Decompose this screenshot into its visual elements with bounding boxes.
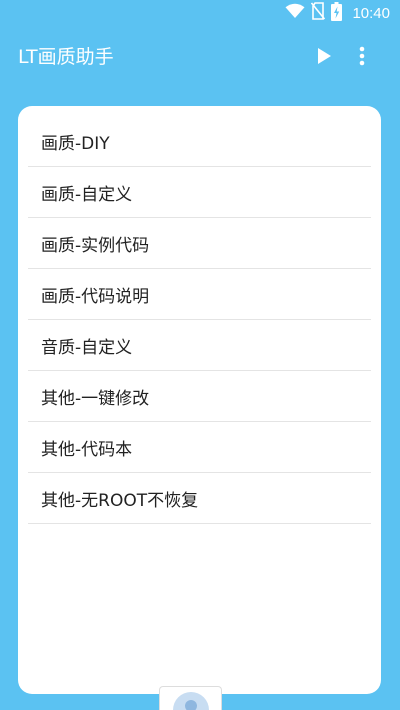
status-icons: 10:40	[285, 1, 390, 25]
app-bar: LT画质助手	[0, 26, 400, 88]
menu-item-other-codebook[interactable]: 其他-代码本	[28, 422, 371, 473]
no-sim-icon	[311, 2, 326, 24]
more-vert-icon	[359, 46, 365, 70]
status-bar: 10:40	[0, 0, 400, 26]
wifi-icon	[285, 3, 305, 23]
menu-item-quality-diy[interactable]: 画质-DIY	[28, 116, 371, 167]
menu-item-audio-custom[interactable]: 音质-自定义	[28, 320, 371, 371]
battery-charging-icon	[331, 1, 343, 25]
menu-item-other-one-click-modify[interactable]: 其他-一键修改	[28, 371, 371, 422]
avatar-icon	[173, 692, 209, 710]
menu-item-quality-example-code[interactable]: 画质-实例代码	[28, 218, 371, 269]
menu-list: 画质-DIY 画质-自定义 画质-实例代码 画质-代码说明 音质-自定义 其他-…	[28, 116, 371, 524]
floating-tab[interactable]	[159, 686, 222, 710]
avatar-dot	[185, 700, 197, 710]
app-title: LT画质助手	[18, 46, 114, 68]
play-button[interactable]	[309, 43, 339, 73]
menu-card: 画质-DIY 画质-自定义 画质-实例代码 画质-代码说明 音质-自定义 其他-…	[18, 106, 381, 694]
more-options-button[interactable]	[348, 43, 376, 73]
status-time: 10:40	[352, 4, 390, 22]
play-icon	[316, 47, 332, 69]
menu-item-quality-code-guide[interactable]: 画质-代码说明	[28, 269, 371, 320]
menu-item-other-no-root-no-restore[interactable]: 其他-无ROOT不恢复	[28, 473, 371, 524]
menu-item-quality-custom[interactable]: 画质-自定义	[28, 167, 371, 218]
